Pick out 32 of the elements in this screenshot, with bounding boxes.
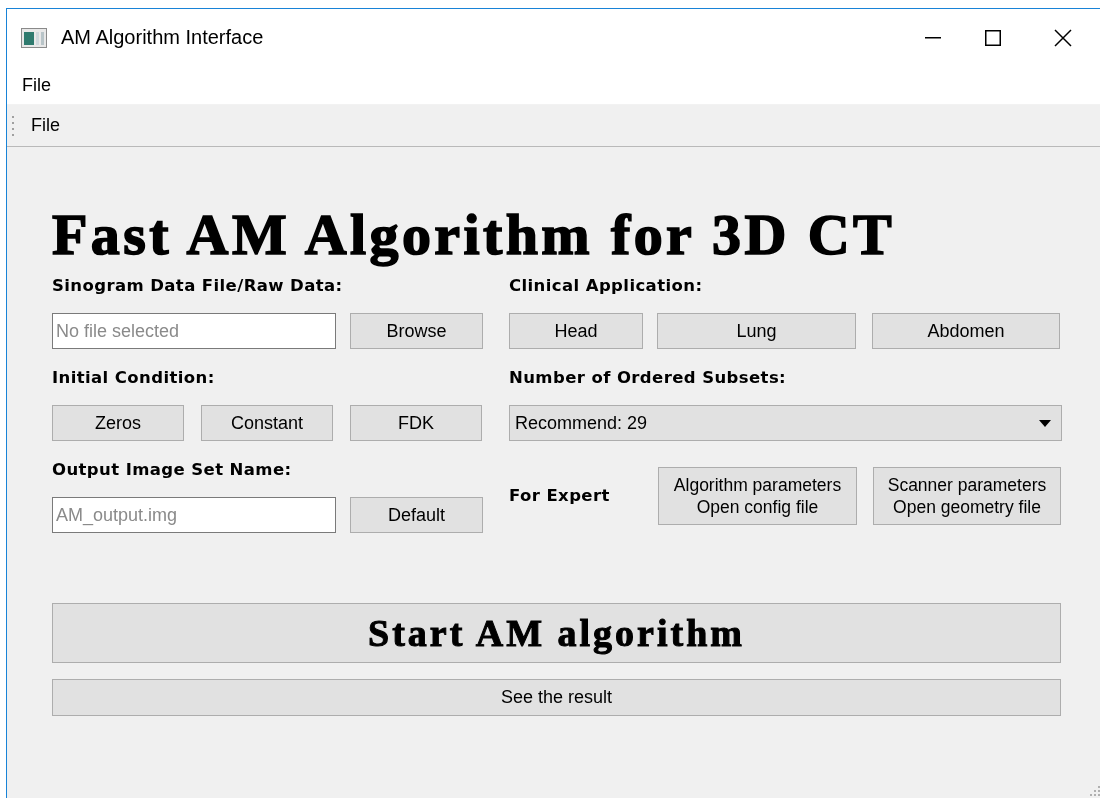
expert-label: For Expert bbox=[509, 485, 611, 507]
section-label: Output Image Set Name: bbox=[52, 459, 292, 481]
application-button[interactable]: Head bbox=[509, 313, 643, 349]
section-label: Initial Condition: bbox=[52, 367, 215, 389]
menu-item[interactable]: File bbox=[16, 72, 57, 98]
window-title: AM Algorithm Interface bbox=[61, 26, 265, 49]
resize-grip-icon[interactable] bbox=[1089, 785, 1100, 797]
application-button[interactable]: Abdomen bbox=[872, 313, 1060, 349]
initial-condition-button[interactable]: FDK bbox=[350, 405, 482, 441]
browse-button[interactable]: Browse bbox=[350, 313, 483, 349]
toolbar-button[interactable]: File bbox=[28, 113, 63, 138]
app-heading: Fast AM Algorithm for 3D CT bbox=[52, 201, 896, 269]
initial-condition-button[interactable]: Constant bbox=[201, 405, 333, 441]
initial-condition-button[interactable]: Zeros bbox=[52, 405, 184, 441]
application-button[interactable]: Lung bbox=[657, 313, 856, 349]
caret-icon bbox=[1039, 419, 1051, 427]
close-icon bbox=[1054, 28, 1072, 47]
start-button[interactable]: Start AM algorithm bbox=[52, 603, 1061, 663]
subsets-dropdown[interactable]: Recommend: 29 bbox=[509, 405, 1062, 441]
maximize-icon bbox=[985, 29, 1001, 46]
default-button[interactable]: Default bbox=[350, 497, 483, 533]
result-button[interactable]: See the result bbox=[52, 679, 1061, 716]
minimize-icon bbox=[925, 36, 941, 39]
section-label: Sinogram Data File/Raw Data: bbox=[52, 275, 343, 297]
file-name-field[interactable]: No file selected bbox=[52, 313, 336, 349]
app-icon bbox=[21, 27, 47, 48]
toolbar-handle-icon[interactable] bbox=[12, 114, 15, 137]
section-label: Clinical Application: bbox=[509, 275, 703, 297]
expert-button[interactable]: Algorithm parameters Open config file bbox=[658, 467, 857, 525]
section-label: Number of Ordered Subsets: bbox=[509, 367, 787, 389]
expert-button[interactable]: Scanner parameters Open geometry file bbox=[873, 467, 1061, 525]
file-name-field[interactable]: AM_output.img bbox=[52, 497, 336, 533]
